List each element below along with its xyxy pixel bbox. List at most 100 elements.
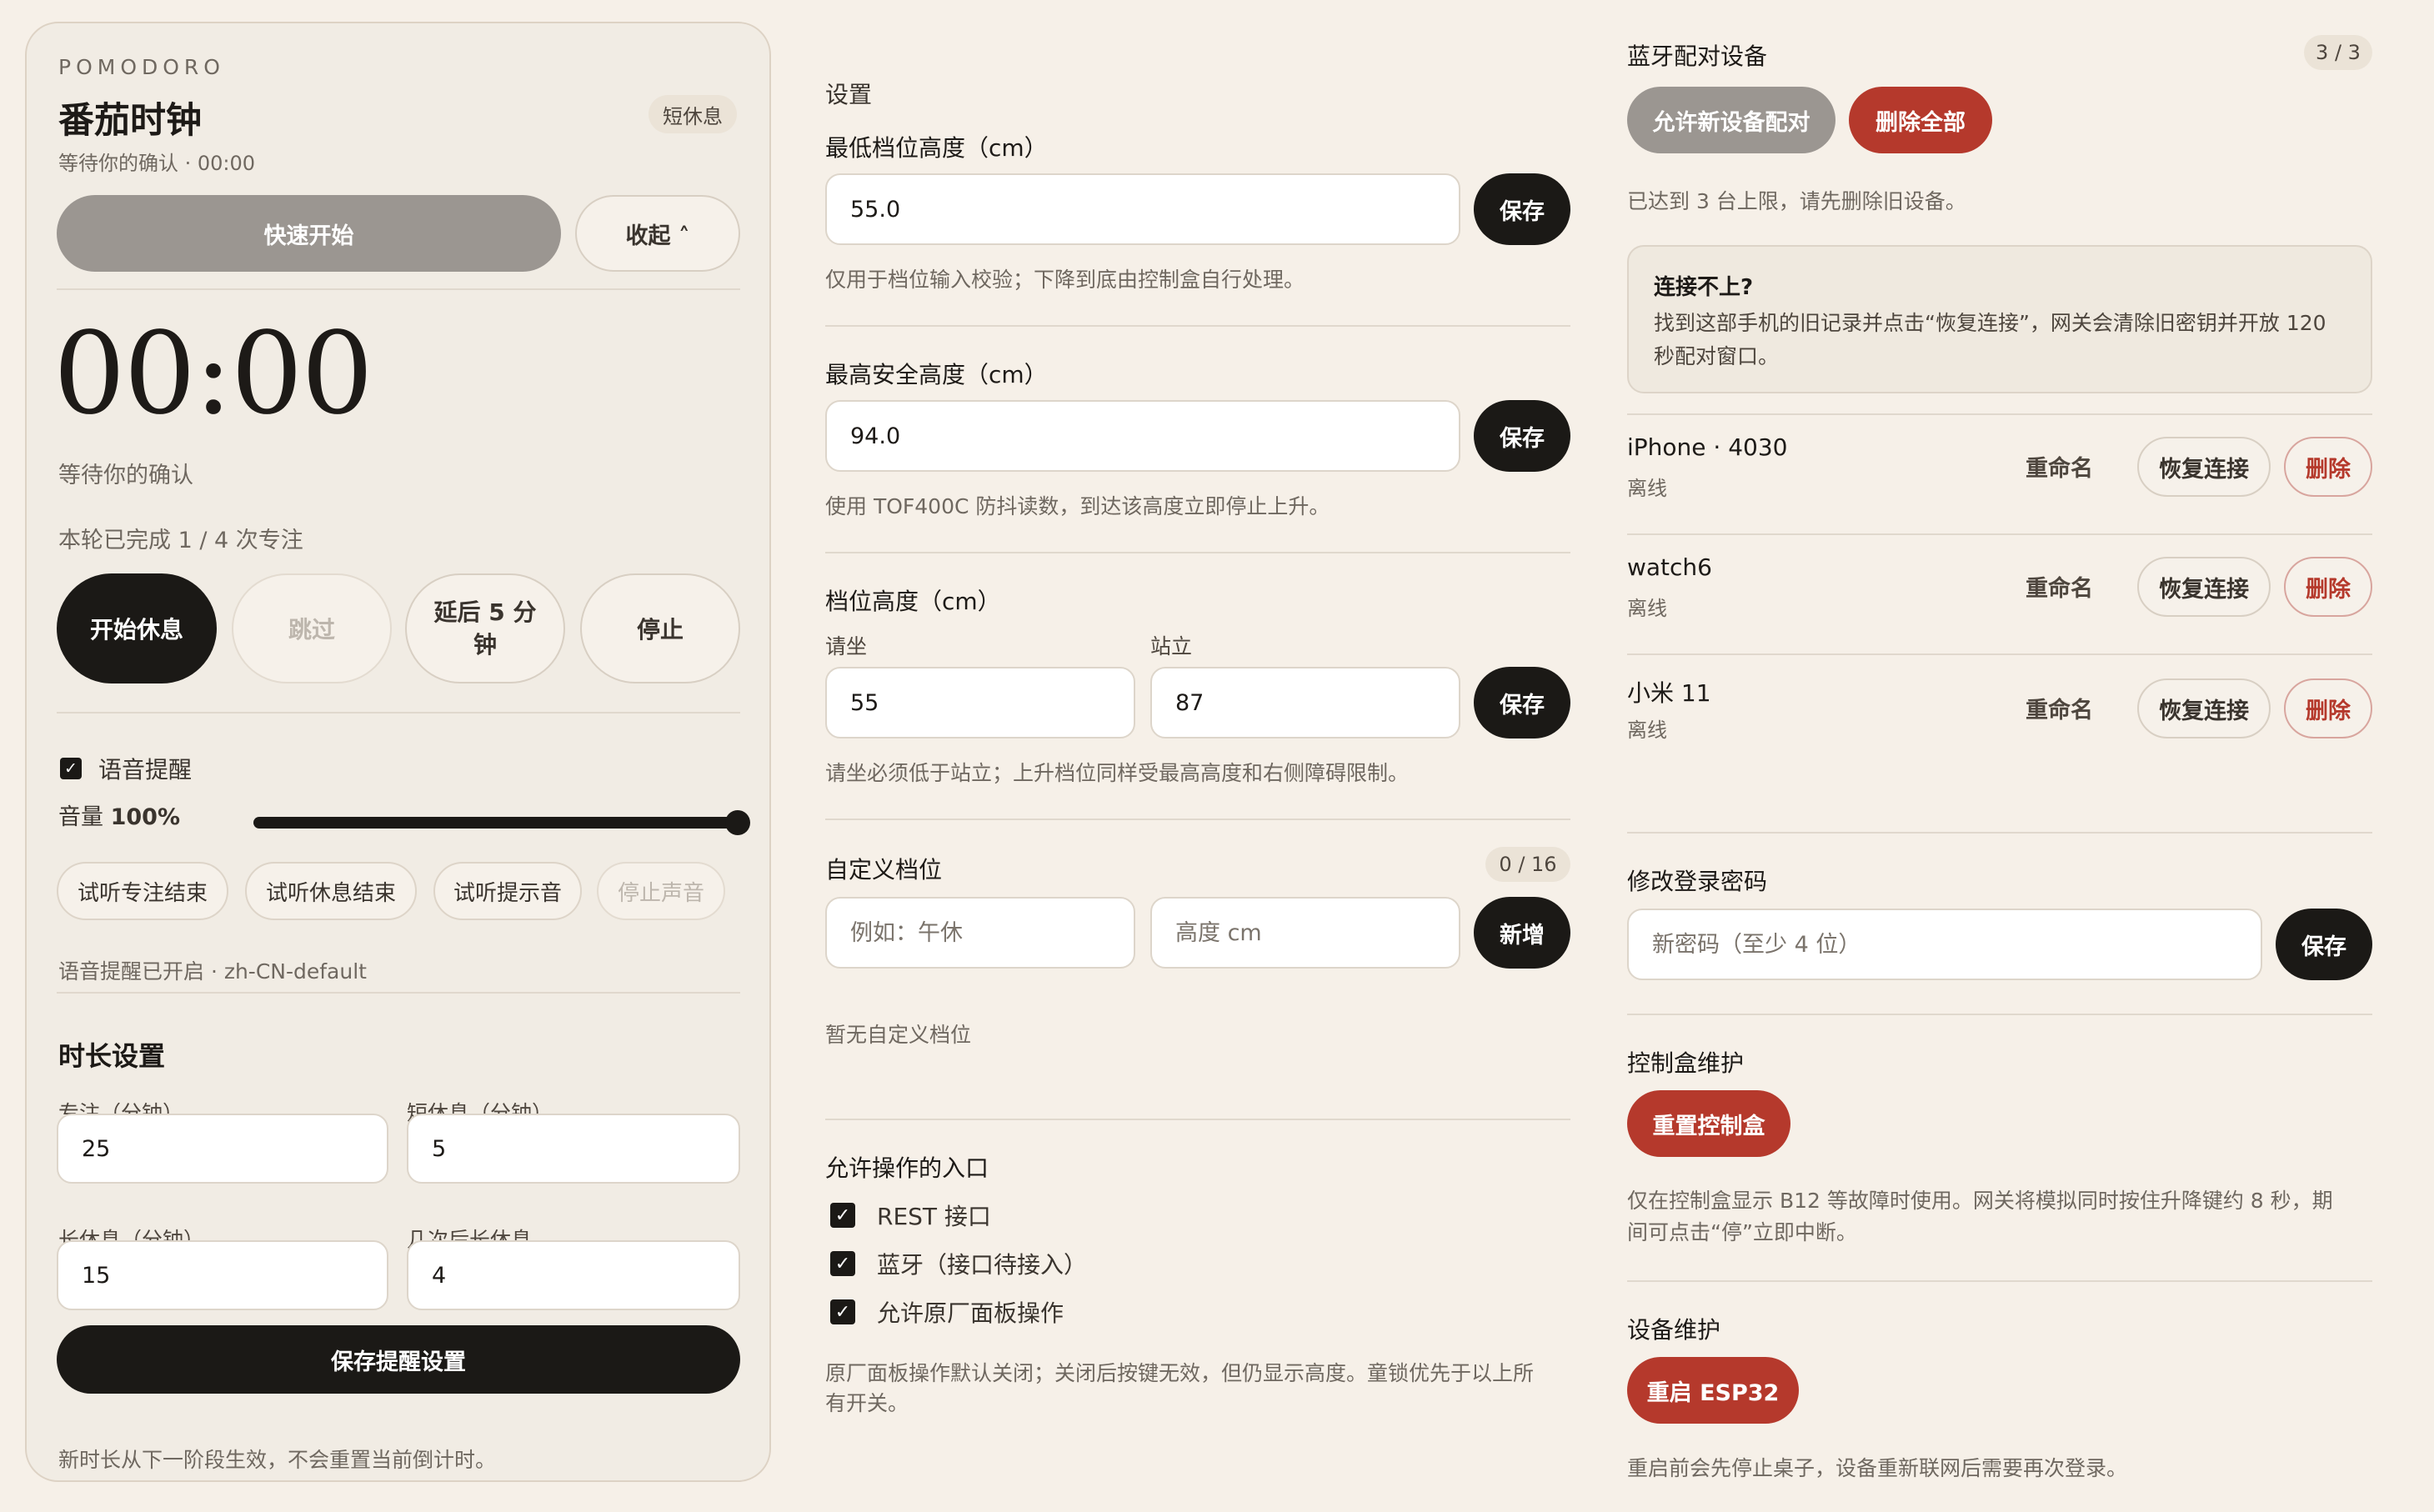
- reconnect-device-button[interactable]: 恢复连接: [2137, 557, 2271, 617]
- save-max-height-button[interactable]: 保存: [1474, 400, 1570, 472]
- preview-break-end-button[interactable]: 试听休息结束: [245, 862, 417, 920]
- stand-height-input[interactable]: [1150, 667, 1460, 738]
- entry-panel-toggle[interactable]: ✓ 允许原厂面板操作: [830, 1295, 1064, 1329]
- preview-tone-button[interactable]: 试听提示音: [433, 862, 582, 920]
- device-name: iPhone · 4030: [1627, 433, 1788, 461]
- voice-reminder-toggle[interactable]: ✓ 语音提醒: [60, 752, 192, 785]
- password-heading: 修改登录密码: [1627, 868, 1768, 895]
- rename-device-button[interactable]: 重命名: [2026, 570, 2093, 603]
- save-reminder-settings-button[interactable]: 保存提醒设置: [57, 1325, 740, 1394]
- divider: [1627, 1014, 2372, 1015]
- voice-reminder-label: 语音提醒: [98, 756, 193, 784]
- device-status: 离线: [1627, 718, 1667, 742]
- connection-help-text: 找到这部手机的旧记录并点击“恢复连接”，网关会清除旧密钥并开放 120 秒配对窗…: [1654, 307, 2354, 373]
- divider: [825, 819, 1570, 820]
- entry-rest-toggle[interactable]: ✓ REST 接口: [830, 1199, 991, 1232]
- custom-presets-label: 自定义档位: [825, 856, 943, 884]
- connection-help-line1: 找到这部手机的旧记录并点击“恢复连接”，网关会清除旧密钥并开放 120: [1654, 311, 2326, 335]
- controller-note-line2: 间可点击“停”立即中断。: [1627, 1219, 1857, 1244]
- custom-name-input[interactable]: [825, 897, 1135, 969]
- min-height-input[interactable]: [825, 173, 1460, 245]
- stop-button[interactable]: 停止: [580, 573, 740, 683]
- checkbox-checked-icon[interactable]: ✓: [60, 758, 82, 779]
- collapse-button[interactable]: 收起 ˄: [575, 195, 740, 272]
- presets-hint: 请坐必须低于站立；上升档位同样受最高高度和右侧障碍限制。: [825, 761, 1410, 785]
- settings-heading: 设置: [825, 81, 873, 108]
- max-height-input[interactable]: [825, 400, 1460, 472]
- save-min-height-button[interactable]: 保存: [1474, 173, 1570, 245]
- bluetooth-heading: 蓝牙配对设备: [1627, 43, 1768, 70]
- reset-controller-button[interactable]: 重置控制盒: [1627, 1090, 1790, 1157]
- volume-slider[interactable]: [253, 810, 750, 835]
- volume-label-text: 音量: [58, 804, 103, 830]
- controller-note-line1: 仅在控制盒显示 B12 等故障时使用。网关将模拟同时按住升降键约 8 秒，期: [1627, 1189, 2333, 1213]
- reboot-esp32-button[interactable]: 重启 ESP32: [1627, 1357, 1799, 1424]
- custom-height-input[interactable]: [1150, 897, 1460, 969]
- bluetooth-device-count: 3 / 3: [2304, 35, 2372, 70]
- start-break-button[interactable]: 开始休息: [57, 573, 217, 683]
- divider: [57, 712, 740, 713]
- short-break-input[interactable]: [407, 1114, 740, 1184]
- stop-sound-button[interactable]: 停止声音: [597, 862, 725, 920]
- entries-hint-line1: 原厂面板操作默认关闭；关闭后按键无效，但仍显示高度。童锁优先于以上所: [825, 1361, 1535, 1385]
- allowed-entries-label: 允许操作的入口: [825, 1154, 989, 1182]
- sit-height-input[interactable]: [825, 667, 1135, 738]
- max-height-label: 最高安全高度（cm）: [825, 361, 1048, 388]
- delete-device-button[interactable]: 删除: [2284, 557, 2372, 617]
- quick-start-button[interactable]: 快速开始: [57, 195, 561, 272]
- focus-duration-input[interactable]: [57, 1114, 388, 1184]
- divider: [825, 552, 1570, 553]
- volume-slider-handle[interactable]: [725, 810, 750, 835]
- reconnect-device-button[interactable]: 恢复连接: [2137, 678, 2271, 738]
- stand-label: 站立: [1150, 634, 1193, 658]
- add-custom-preset-button[interactable]: 新增: [1474, 897, 1570, 969]
- rename-device-button[interactable]: 重命名: [2026, 692, 2093, 724]
- delay-label-line2: 钟: [473, 631, 497, 658]
- delete-all-devices-button[interactable]: 删除全部: [1849, 87, 1992, 153]
- device-name: watch6: [1627, 553, 1712, 581]
- entry-bluetooth-label: 蓝牙（接口待接入）: [877, 1251, 1088, 1279]
- cycles-input[interactable]: [407, 1240, 740, 1310]
- save-password-button[interactable]: 保存: [2276, 909, 2372, 980]
- pomodoro-title: 番茄时钟: [58, 100, 202, 142]
- delay-label-line1: 延后 5 分: [433, 598, 537, 626]
- custom-presets-empty: 暂无自定义档位: [825, 1023, 972, 1047]
- custom-presets-count: 0 / 16: [1485, 847, 1570, 882]
- new-password-input[interactable]: [1627, 909, 2262, 980]
- checkbox-checked-icon[interactable]: ✓: [830, 1251, 855, 1276]
- volume-value: 100%: [110, 804, 181, 830]
- preview-focus-end-button[interactable]: 试听专注结束: [57, 862, 228, 920]
- divider: [1627, 653, 2372, 655]
- controller-heading: 控制盒维护: [1627, 1049, 1745, 1077]
- delay-5min-button[interactable]: 延后 5 分 钟: [405, 573, 565, 683]
- volume-label: 音量 100%: [58, 799, 180, 831]
- connection-help-line2: 秒配对窗口。: [1654, 344, 1780, 368]
- max-height-hint: 使用 TOF400C 防抖读数，到达该高度立即停止上升。: [825, 494, 1330, 518]
- device-limit-note: 已达到 3 台上限，请先删除旧设备。: [1627, 189, 1966, 213]
- allow-pairing-button[interactable]: 允许新设备配对: [1627, 87, 1836, 153]
- round-progress: 本轮已完成 1 / 4 次专注: [58, 528, 303, 553]
- timer-status: 等待你的确认: [58, 463, 193, 488]
- divider: [1627, 832, 2372, 834]
- pomodoro-eyebrow: POMODORO: [58, 55, 225, 79]
- reconnect-device-button[interactable]: 恢复连接: [2137, 437, 2271, 497]
- controller-note: 仅在控制盒显示 B12 等故障时使用。网关将模拟同时按住升降键约 8 秒，期 间…: [1627, 1185, 2333, 1248]
- skip-button[interactable]: 跳过: [232, 573, 392, 683]
- divider: [1627, 413, 2372, 415]
- pomodoro-card: POMODORO 番茄时钟 短休息 等待你的确认 · 00:00 快速开始 收起…: [25, 22, 771, 1482]
- rename-device-button[interactable]: 重命名: [2026, 450, 2093, 483]
- long-break-input[interactable]: [57, 1240, 388, 1310]
- connection-help-box: 连接不上? 找到这部手机的旧记录并点击“恢复连接”，网关会清除旧密钥并开放 12…: [1627, 245, 2372, 393]
- delete-device-button[interactable]: 删除: [2284, 437, 2372, 497]
- checkbox-checked-icon[interactable]: ✓: [830, 1299, 855, 1324]
- save-presets-button[interactable]: 保存: [1474, 667, 1570, 738]
- divider: [825, 325, 1570, 327]
- device-name: 小米 11: [1627, 679, 1711, 707]
- entry-bluetooth-toggle[interactable]: ✓ 蓝牙（接口待接入）: [830, 1247, 1087, 1280]
- delete-device-button[interactable]: 删除: [2284, 678, 2372, 738]
- entry-panel-label: 允许原厂面板操作: [877, 1299, 1064, 1327]
- pomodoro-subtitle: 等待你的确认 · 00:00: [58, 152, 256, 175]
- device-status: 离线: [1627, 477, 1667, 500]
- duration-note: 新时长从下一阶段生效，不会重置当前倒计时。: [58, 1448, 497, 1472]
- checkbox-checked-icon[interactable]: ✓: [830, 1203, 855, 1228]
